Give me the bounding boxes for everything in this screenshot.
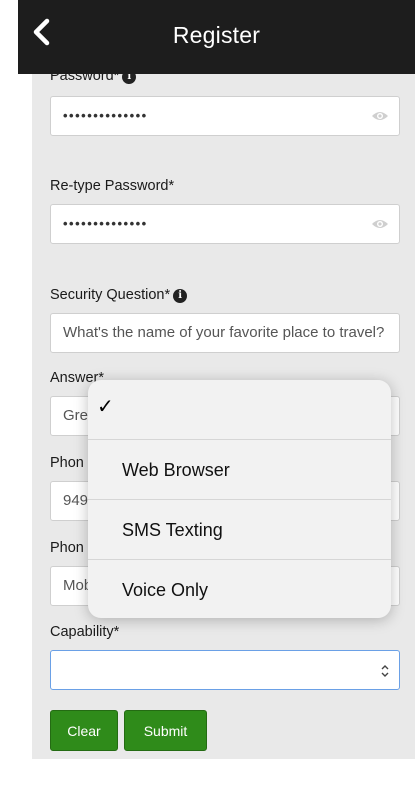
security-question-select[interactable]: What's the name of your favorite place t… xyxy=(50,313,400,353)
checkmark-icon: ✓ xyxy=(97,394,114,418)
clear-button[interactable]: Clear xyxy=(50,710,118,751)
header-bar: Register xyxy=(18,0,415,74)
submit-button[interactable]: Submit xyxy=(124,710,207,751)
capability-label: Capability* xyxy=(50,624,120,640)
security-question-label: Security Question* i xyxy=(50,287,188,303)
dropdown-option-sms-texting[interactable]: SMS Texting xyxy=(88,500,391,560)
retype-password-input[interactable]: •••••••••••••• xyxy=(50,204,400,244)
phone-label: Phon xyxy=(50,455,84,471)
info-icon[interactable]: i xyxy=(173,289,188,303)
select-arrows-icon xyxy=(381,665,389,677)
phone-type-label: Phon xyxy=(50,540,84,556)
page-title: Register xyxy=(172,22,261,48)
password-input[interactable]: •••••••••••••• xyxy=(50,96,400,136)
eye-icon[interactable] xyxy=(371,217,389,231)
register-screen: Register Password* i •••••••••••••• Re-ty… xyxy=(0,0,415,787)
dropdown-option-empty[interactable]: ✓ xyxy=(88,380,391,440)
password-label: Password* i xyxy=(50,74,137,84)
capability-dropdown-menu: ✓ Web Browser SMS Texting Voice Only xyxy=(88,380,391,618)
dropdown-option-web-browser[interactable]: Web Browser xyxy=(88,440,391,500)
info-icon[interactable]: i xyxy=(122,74,137,84)
dropdown-option-voice-only[interactable]: Voice Only xyxy=(88,560,391,618)
eye-icon[interactable] xyxy=(371,109,389,123)
capability-select[interactable] xyxy=(50,650,400,690)
retype-password-label: Re-type Password* xyxy=(50,178,175,194)
